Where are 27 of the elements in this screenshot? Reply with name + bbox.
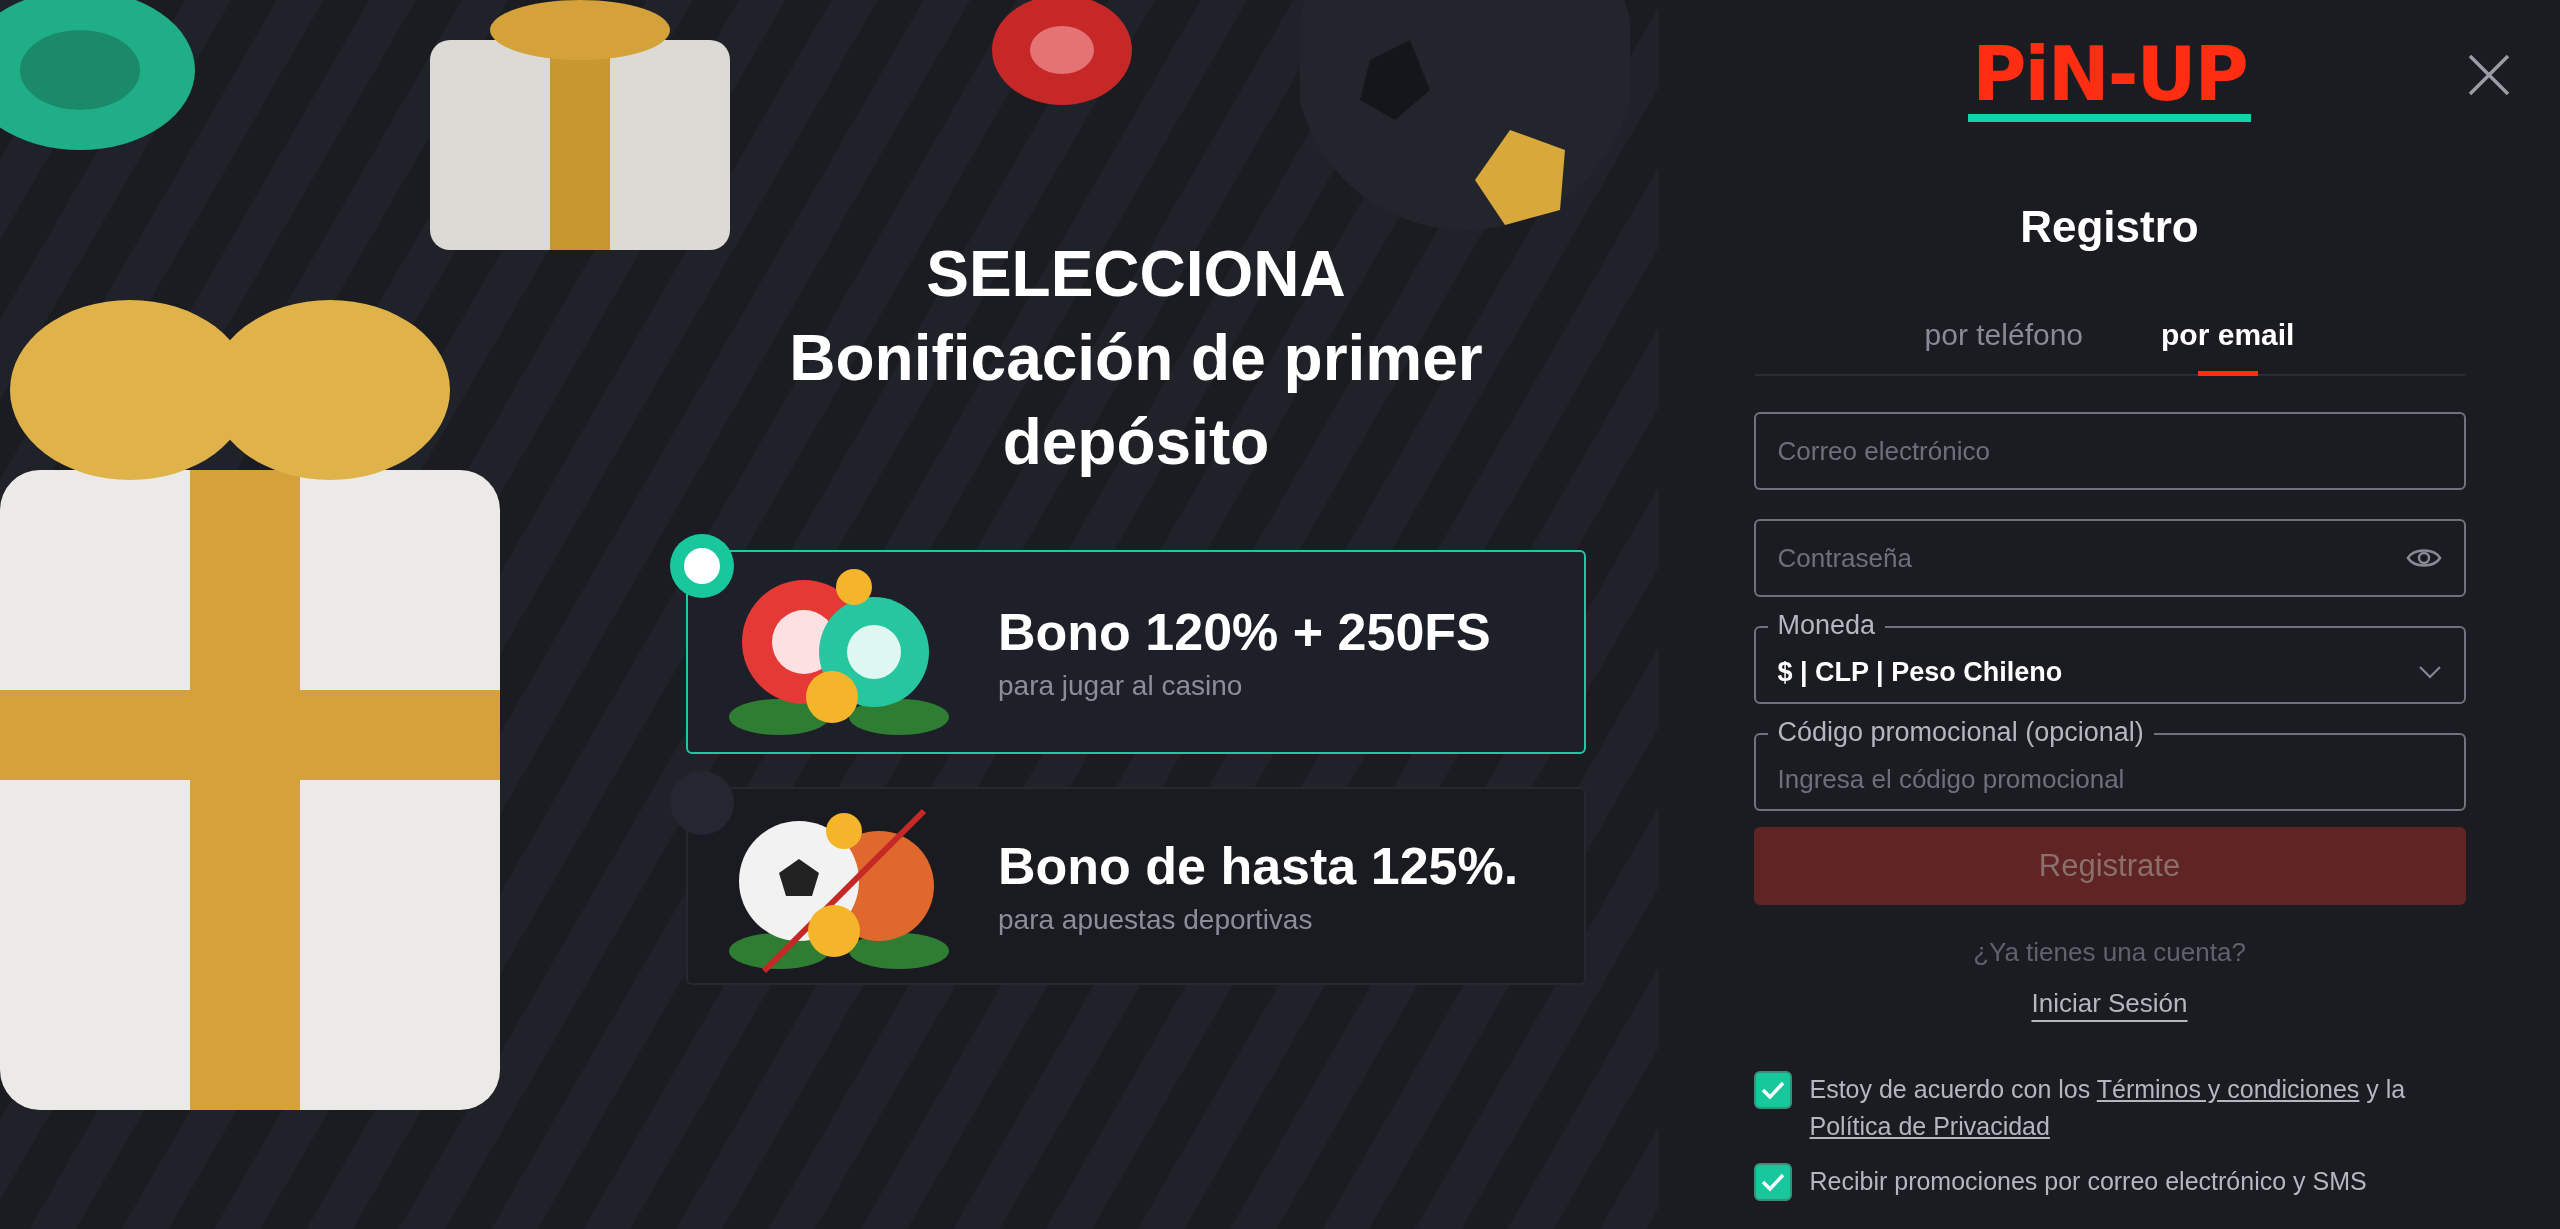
bonus-card[interactable]: Bono de hasta 125%. para apuestas deportivas — [686, 787, 1586, 985]
close-button[interactable] — [2466, 52, 2512, 98]
login-link[interactable]: Iniciar Sesión — [2031, 988, 2188, 1019]
checkbox[interactable] — [1753, 1163, 1792, 1201]
terms-link[interactable]: Términos y condiciones — [2096, 1075, 2360, 1103]
checkmark-icon — [1760, 1080, 1785, 1100]
bonus-subtitle: para jugar al casino — [998, 670, 1244, 702]
tab[interactable]: por teléfono — [1924, 318, 2084, 376]
bonus-title: Bono de hasta 125%. — [998, 836, 1519, 896]
logo: PiN-UP — [1968, 36, 2251, 122]
promo-heading: SELECCIONA — [926, 237, 1346, 312]
bonus-title: Bono 120% + 250FS — [998, 602, 1491, 662]
consent-text: Recibir promociones por correo electrónico y SMS — [1809, 1166, 2367, 1197]
login-prompt: ¿Ya tienes una cuenta? — [1973, 937, 2246, 968]
password-input[interactable]: Contraseña — [1753, 519, 2466, 597]
chevron-down-icon — [2417, 665, 2442, 679]
consent-text: Estoy de acuerdo con los Términos y condiciones y la Política de Privacidad — [1809, 1074, 2407, 1142]
terms-link[interactable]: Política de Privacidad — [1809, 1112, 2050, 1140]
select-value: $ | CLP | Peso Chileno — [1777, 656, 2064, 688]
promo-subheading: Bonificación de primer depósito — [788, 321, 1484, 480]
email-input[interactable]: Correo electrónico — [1753, 412, 2466, 490]
bonus-card[interactable]: Bono 120% + 250FS para jugar al casino — [686, 550, 1586, 754]
checkbox[interactable] — [1753, 1071, 1792, 1109]
bonus-subtitle: para apuestas deportivas — [998, 904, 1314, 936]
form-title: Registro — [2020, 202, 2199, 252]
checkmark-icon — [1760, 1172, 1785, 1192]
eye-icon[interactable] — [2405, 546, 2442, 570]
